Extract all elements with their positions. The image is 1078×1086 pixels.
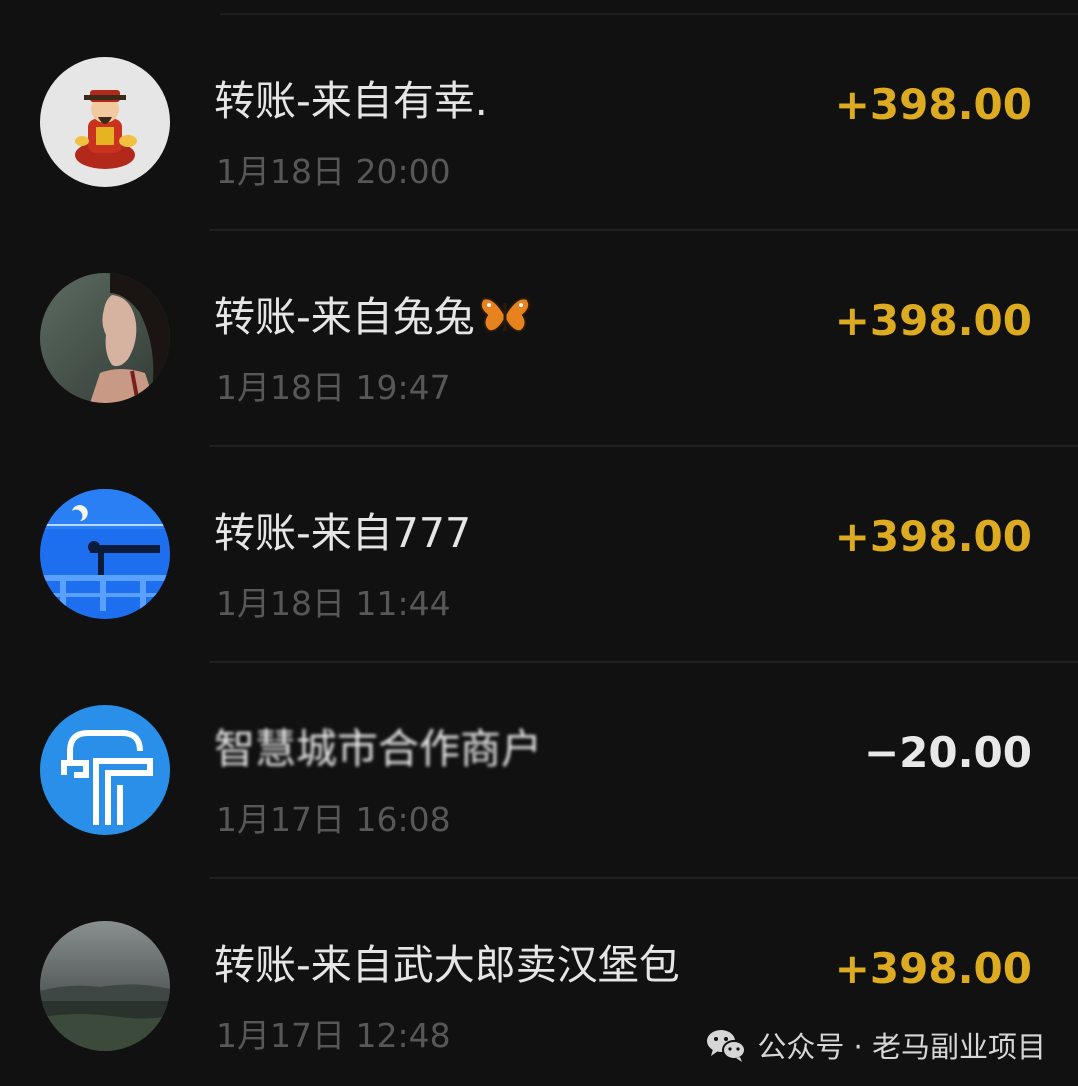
transaction-title-text: 转账-来自兔兔 <box>214 293 475 341</box>
god-of-wealth-avatar-icon <box>40 57 170 187</box>
transaction-title: 转账-来自777 <box>214 509 472 557</box>
transaction-title: 转账-来自武大郎卖汉堡包 <box>214 941 680 989</box>
transaction-time: 1月17日 16:08 <box>216 800 451 839</box>
transaction-row[interactable]: 转账-来自有幸. 1月18日 20:00 +398.00 <box>0 15 1078 231</box>
transaction-row[interactable]: 转账-来自777 1月18日 11:44 +398.00 <box>0 447 1078 663</box>
transaction-row[interactable]: 智慧城市合作商户 1月17日 16:08 −20.00 <box>0 663 1078 879</box>
transaction-amount: +398.00 <box>834 944 1032 993</box>
cloudy-landscape-avatar-icon <box>40 921 170 1051</box>
transaction-amount: +398.00 <box>834 512 1032 561</box>
smart-city-logo-avatar-icon <box>40 705 170 835</box>
transaction-title: 智慧城市合作商户 <box>214 725 542 773</box>
transaction-amount: −20.00 <box>863 728 1032 777</box>
watermark-text: 公众号 · 老马副业项目 <box>757 1030 1046 1064</box>
transaction-amount: +398.00 <box>834 296 1032 345</box>
transaction-time: 1月18日 11:44 <box>216 584 451 623</box>
transaction-title: 转账-来自兔兔 <box>214 287 531 347</box>
watermark: 公众号 · 老马副业项目 <box>705 1022 1046 1068</box>
transaction-time: 1月17日 12:48 <box>216 1016 451 1055</box>
butterfly-emoji-icon <box>479 293 531 337</box>
transaction-amount: +398.00 <box>834 80 1032 129</box>
woman-profile-avatar-icon <box>40 273 170 403</box>
transaction-row[interactable]: 转账-来自兔兔 1月18日 19:47 +398.00 <box>0 231 1078 447</box>
transaction-title: 转账-来自有幸. <box>214 77 488 125</box>
blue-night-scene-avatar-icon <box>40 489 170 619</box>
transaction-time: 1月18日 19:47 <box>216 368 451 407</box>
transaction-time: 1月18日 20:00 <box>216 152 451 191</box>
wechat-icon <box>707 1030 747 1062</box>
transaction-list-screen: 转账-来自有幸. 1月18日 20:00 +398.00 转账-来自兔兔 1月1… <box>0 0 1078 1086</box>
